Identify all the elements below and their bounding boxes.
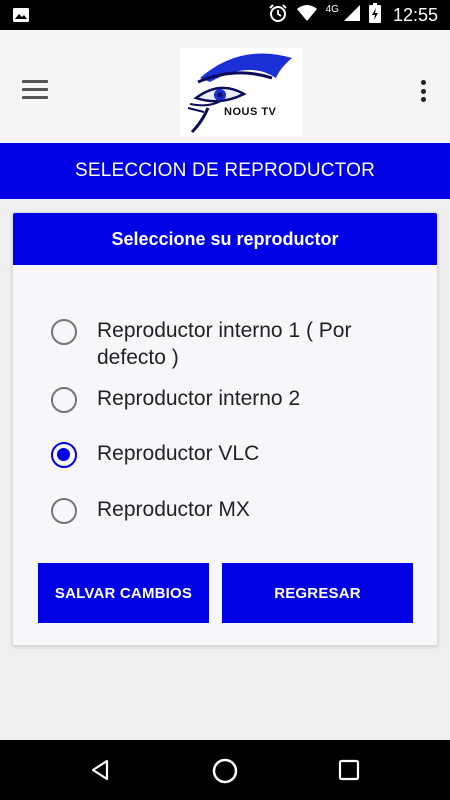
- option-vlc[interactable]: Reproductor VLC: [51, 440, 411, 468]
- navigation-bar: [0, 740, 450, 800]
- signal-icon: [343, 4, 361, 27]
- recent-apps-icon[interactable]: [338, 759, 360, 781]
- radio-internal-1[interactable]: [51, 319, 77, 345]
- home-icon[interactable]: [211, 757, 239, 785]
- menu-icon[interactable]: [22, 80, 48, 102]
- logo-text: NOUS TV: [224, 106, 277, 118]
- save-changes-button[interactable]: SALVAR CAMBIOS: [38, 563, 209, 623]
- battery-icon: [368, 2, 381, 28]
- status-bar: 4G 12:55: [0, 0, 450, 30]
- wifi-icon: [296, 4, 318, 27]
- option-internal-1[interactable]: Reproductor interno 1 ( Por defecto ): [51, 317, 411, 371]
- radio-internal-2[interactable]: [51, 387, 77, 413]
- back-button[interactable]: REGRESAR: [222, 563, 413, 623]
- page-title: SELECCION DE REPRODUCTOR: [74, 160, 376, 181]
- alarm-icon: [268, 3, 288, 28]
- network-type: 4G: [325, 3, 339, 15]
- back-icon[interactable]: [88, 758, 112, 782]
- nous-tv-logo: NOUS TV: [180, 48, 302, 136]
- image-icon: [12, 6, 30, 29]
- card-title: Seleccione su reproductor: [111, 228, 339, 249]
- option-label: Reproductor interno 2: [97, 387, 301, 410]
- option-internal-2[interactable]: Reproductor interno 2: [51, 385, 411, 413]
- radio-mx[interactable]: [51, 498, 77, 524]
- more-vert-icon[interactable]: [418, 80, 428, 106]
- option-label: Reproductor interno 1 ( Por defecto ): [97, 319, 352, 369]
- title-bar: SELECCION DE REPRODUCTOR: [0, 143, 450, 199]
- player-selection-card: Seleccione su reproductor Reproductor in…: [12, 212, 438, 646]
- option-label: Reproductor MX: [97, 498, 250, 521]
- app-bar: NOUS TV: [0, 30, 450, 143]
- option-label: Reproductor VLC: [97, 442, 260, 465]
- clock: 12:55: [392, 4, 438, 25]
- card-header: Seleccione su reproductor: [13, 213, 437, 265]
- option-mx[interactable]: Reproductor MX: [51, 496, 411, 524]
- radio-vlc[interactable]: [51, 442, 77, 468]
